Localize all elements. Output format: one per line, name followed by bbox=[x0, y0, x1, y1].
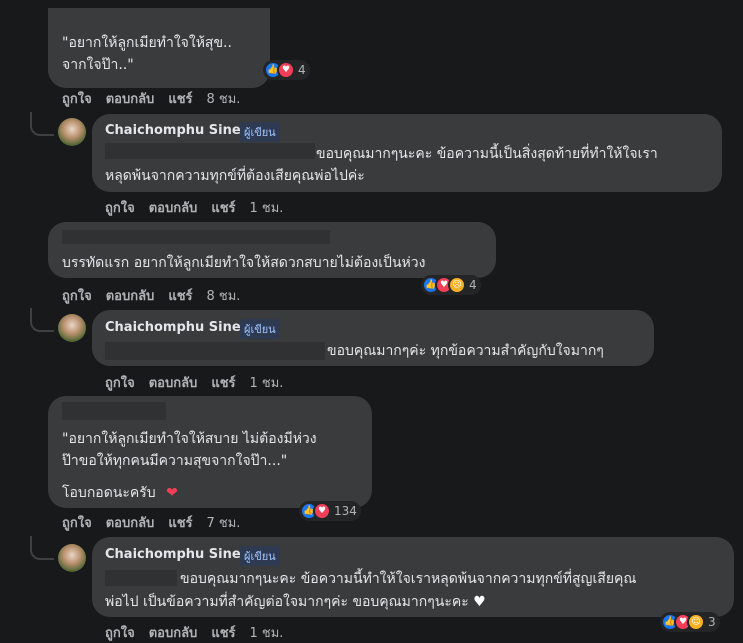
reply-text: ขอบคุณมากๆนะคะ ข้อความนี้เป็นสิ่งสุดท้าย… bbox=[316, 146, 658, 162]
reply-text: ขอบคุณมากๆค่ะ ทุกข้อความสำคัญกับใจมากๆ bbox=[327, 343, 604, 359]
reaction-summary[interactable]: 👍 ♥ ☹ 4 bbox=[421, 275, 481, 295]
share-button[interactable]: แชร์ bbox=[168, 516, 192, 531]
care-icon: ☺ bbox=[687, 613, 705, 631]
comment-text: โอบกอดนะครับ ❤ bbox=[62, 485, 178, 501]
redacted-block bbox=[62, 230, 330, 244]
reply-button[interactable]: ตอบกลับ bbox=[106, 92, 155, 107]
reply-button[interactable]: ตอบกลับ bbox=[149, 376, 198, 391]
share-button[interactable]: แชร์ bbox=[211, 201, 235, 216]
author-badge: ผู้เขียน bbox=[240, 546, 280, 566]
comment-actions: ถูกใจ ตอบกลับ แชร์ 8 ชม. bbox=[62, 285, 254, 306]
reply-button[interactable]: ตอบกลับ bbox=[149, 201, 198, 216]
comment-text: "อยากให้ลูกเมียทำใจให้สบาย ไม่ต้องมีห่วง bbox=[62, 431, 317, 447]
reaction-summary[interactable]: 👍 ♥ ☺ 3 bbox=[660, 612, 720, 632]
reply-text: หลุดพ้นจากความทุกข์ที่ต้องเสียคุณพ่อไปค่… bbox=[105, 168, 365, 184]
reaction-count: 134 bbox=[334, 504, 357, 518]
share-button[interactable]: แชร์ bbox=[168, 92, 192, 107]
author-name[interactable]: Chaichomphu Sine bbox=[105, 320, 241, 335]
redacted-block bbox=[105, 143, 315, 159]
reaction-count: 3 bbox=[708, 615, 716, 629]
comment-text: "อยากให้ลูกเมียทำใจให้สุข.. bbox=[62, 35, 232, 51]
comment-actions: ถูกใจ ตอบกลับ แชร์ 1 ชม. bbox=[105, 197, 297, 218]
avatar[interactable] bbox=[58, 118, 86, 146]
comment-actions: ถูกใจ ตอบกลับ แชร์ 8 ชม. bbox=[62, 88, 254, 109]
thread-line bbox=[30, 536, 54, 560]
thread-line bbox=[30, 112, 54, 136]
comment-actions: ถูกใจ ตอบกลับ แชร์ 7 ชม. bbox=[62, 512, 254, 533]
reaction-count: 4 bbox=[298, 63, 306, 77]
redacted-block bbox=[105, 342, 325, 360]
author-name[interactable]: Chaichomphu Sine bbox=[105, 123, 241, 138]
reply-text: ขอบคุณมากๆนะคะ ข้อความนี้ทำให้ใจเราหลุดพ… bbox=[180, 571, 637, 587]
reaction-summary[interactable]: 👍 ♥ 134 bbox=[299, 501, 361, 521]
comment-text: บรรทัดแรก อยากให้ลูกเมียทำใจให้สดวกสบายไ… bbox=[62, 255, 426, 271]
author-badge: ผู้เขียน bbox=[240, 319, 280, 339]
reaction-count: 4 bbox=[469, 278, 477, 292]
reply-button[interactable]: ตอบกลับ bbox=[106, 516, 155, 531]
like-button[interactable]: ถูกใจ bbox=[105, 376, 135, 391]
share-button[interactable]: แชร์ bbox=[211, 376, 235, 391]
share-button[interactable]: แชร์ bbox=[211, 626, 235, 641]
sad-icon: ☹ bbox=[448, 276, 466, 294]
comment-text: จากใจป๊า.." bbox=[62, 57, 134, 73]
like-button[interactable]: ถูกใจ bbox=[105, 626, 135, 641]
like-button[interactable]: ถูกใจ bbox=[62, 92, 92, 107]
comment-actions: ถูกใจ ตอบกลับ แชร์ 1 ชม. bbox=[105, 372, 297, 393]
timestamp[interactable]: 7 ชม. bbox=[207, 516, 241, 531]
reaction-summary[interactable]: 👍 ♥ 4 bbox=[263, 60, 310, 80]
timestamp[interactable]: 1 ชม. bbox=[250, 626, 284, 641]
thread-line bbox=[30, 308, 54, 332]
avatar[interactable] bbox=[58, 314, 86, 342]
like-button[interactable]: ถูกใจ bbox=[105, 201, 135, 216]
redacted-block bbox=[62, 402, 166, 420]
white-heart-icon: ♥ bbox=[473, 594, 486, 610]
red-heart-icon: ❤ bbox=[166, 485, 178, 501]
timestamp[interactable]: 1 ชม. bbox=[250, 376, 284, 391]
redacted-block bbox=[105, 570, 177, 586]
reply-button[interactable]: ตอบกลับ bbox=[106, 289, 155, 304]
avatar[interactable] bbox=[58, 544, 86, 572]
share-button[interactable]: แชร์ bbox=[168, 289, 192, 304]
reply-button[interactable]: ตอบกลับ bbox=[149, 626, 198, 641]
comment-text: ป๊าขอให้ทุกคนมีความสุขจากใจป๊า..." bbox=[62, 453, 288, 469]
timestamp[interactable]: 8 ชม. bbox=[207, 289, 241, 304]
love-icon: ♥ bbox=[313, 502, 331, 520]
author-badge: ผู้เขียน bbox=[240, 122, 280, 142]
timestamp[interactable]: 8 ชม. bbox=[207, 92, 241, 107]
reply-text: พ่อไป เป็นข้อความที่สำคัญต่อใจมากๆค่ะ ขอ… bbox=[105, 594, 486, 610]
like-button[interactable]: ถูกใจ bbox=[62, 289, 92, 304]
timestamp[interactable]: 1 ชม. bbox=[250, 201, 284, 216]
author-name[interactable]: Chaichomphu Sine bbox=[105, 547, 241, 562]
like-button[interactable]: ถูกใจ bbox=[62, 516, 92, 531]
love-icon: ♥ bbox=[277, 61, 295, 79]
